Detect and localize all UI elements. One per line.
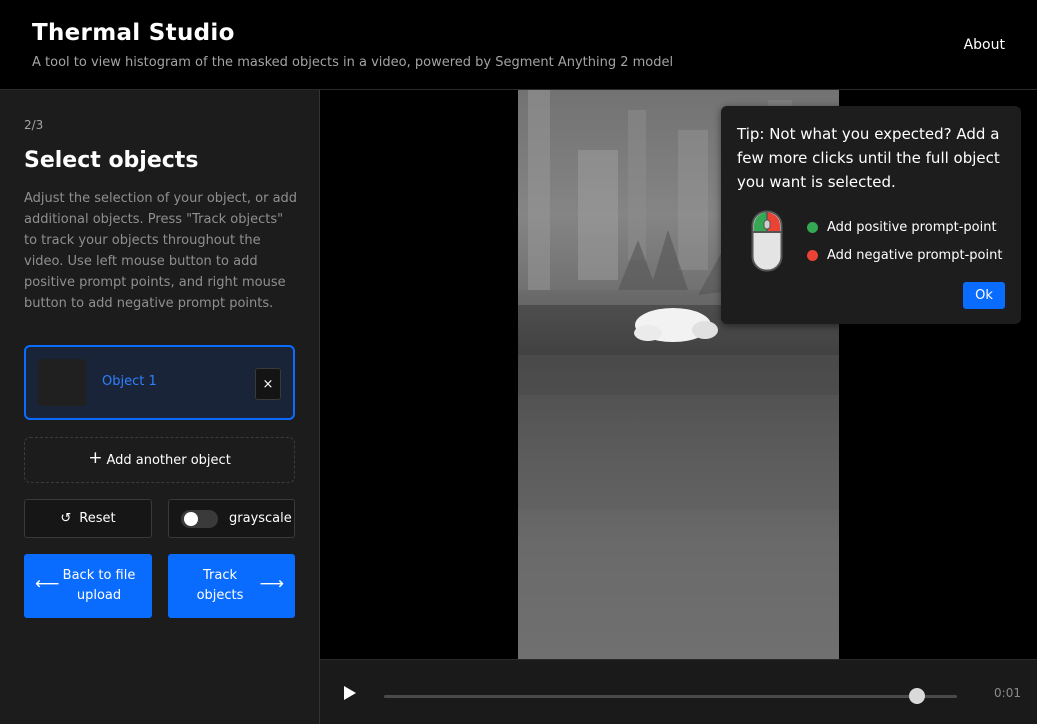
- toggle-knob: [184, 512, 198, 526]
- object-label: Object 1: [102, 374, 157, 389]
- app-header: Thermal Studio A tool to view histogram …: [0, 0, 1037, 90]
- legend-positive: Add positive prompt-point: [807, 220, 997, 235]
- negative-dot-icon: [807, 250, 818, 261]
- play-icon: [344, 686, 356, 700]
- add-object-button[interactable]: + Add another object: [24, 437, 295, 483]
- track-label: Track objects: [196, 568, 244, 603]
- positive-dot-icon: [807, 222, 818, 233]
- tip-text: Tip: Not what you expected? Add a few mo…: [737, 125, 1000, 191]
- reset-button[interactable]: ↺ Reset: [24, 499, 152, 538]
- plus-icon: +: [88, 448, 103, 468]
- seek-bar[interactable]: [384, 695, 957, 698]
- back-label: Back to file upload: [62, 568, 136, 603]
- step-indicator: 2/3: [24, 118, 44, 132]
- grayscale-toggle[interactable]: grayscale: [168, 499, 295, 538]
- legend-negative: Add negative prompt-point: [807, 248, 1002, 263]
- video-controls: 0:01: [320, 659, 1037, 724]
- app-title: Thermal Studio: [32, 20, 235, 46]
- seek-thumb[interactable]: [908, 688, 925, 704]
- sidebar: 2/3 Select objects Adjust the selection …: [0, 90, 320, 724]
- object-thumbnail: [38, 359, 86, 406]
- reset-icon: ↺: [60, 511, 72, 526]
- object-card[interactable]: Object 1 ×: [24, 345, 295, 420]
- play-button[interactable]: [342, 684, 358, 706]
- track-objects-button[interactable]: Track objects ⟶: [168, 554, 295, 618]
- sidebar-heading: Select objects: [24, 148, 199, 173]
- mouse-icon: [751, 210, 783, 276]
- add-object-label: Add another object: [106, 452, 231, 468]
- sidebar-description: Adjust the selection of your object, or …: [24, 191, 298, 311]
- arrow-left-icon: ⟵: [35, 574, 60, 594]
- remove-object-button[interactable]: ×: [255, 368, 281, 400]
- back-button[interactable]: ⟵ Back to file upload: [24, 554, 152, 618]
- legend-negative-label: Add negative prompt-point: [827, 248, 1003, 263]
- ok-button[interactable]: Ok: [963, 282, 1005, 309]
- legend-positive-label: Add positive prompt-point: [827, 220, 997, 235]
- reset-label: Reset: [79, 511, 116, 526]
- grayscale-label: grayscale: [229, 511, 292, 526]
- app-subtitle: A tool to view histogram of the masked o…: [32, 55, 674, 70]
- tip-popover: Tip: Not what you expected? Add a few mo…: [721, 106, 1021, 324]
- toggle-switch[interactable]: [181, 510, 218, 528]
- about-link[interactable]: About: [964, 37, 1005, 53]
- time-display: 0:01: [994, 686, 1021, 700]
- arrow-right-icon: ⟶: [259, 574, 284, 594]
